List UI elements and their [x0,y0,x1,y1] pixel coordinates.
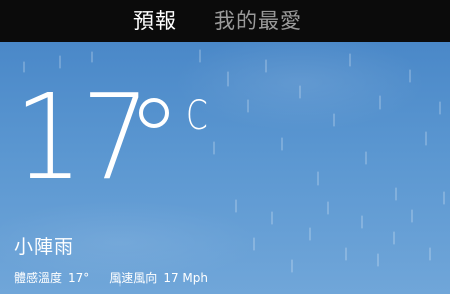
wind-label: 風速風向 [109,271,158,285]
top-tab-bar: 預報 我的最愛 [0,0,450,42]
tab-forecast[interactable]: 預報 [133,8,177,34]
degree-symbol [139,98,169,128]
tab-favorites[interactable]: 我的最愛 [214,8,302,34]
weather-condition: 小陣雨 [14,236,75,258]
feels-like-value: 17° [68,271,90,285]
weather-details: 體感溫度 17° 風速風向 17 Mph [14,270,208,286]
feels-like-label: 體感溫度 [14,271,63,285]
temperature-unit: C [186,93,208,139]
temperature-value: 17 [14,68,150,206]
wind-value: 17 Mph [163,271,208,285]
weather-panel: 17 C 小陣雨 體感溫度 17° 風速風向 17 Mph [0,42,450,294]
